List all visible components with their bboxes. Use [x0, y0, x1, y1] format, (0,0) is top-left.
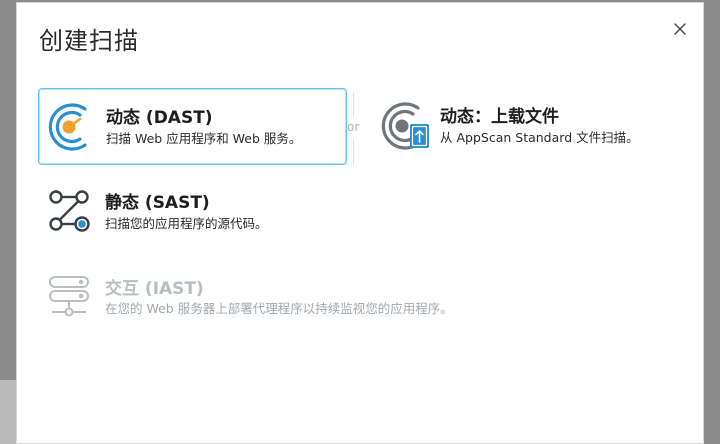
page-backdrop: [0, 380, 16, 444]
radar-upload-file-icon: [381, 102, 429, 150]
divider-or-label: or: [347, 120, 360, 134]
radar-target-icon: [48, 103, 87, 151]
option-dast[interactable]: 动态 (DAST) 扫描 Web 应用程序和 Web 服务。: [38, 88, 347, 165]
dialog-title: 创建扫描: [39, 27, 139, 55]
option-dast-upload-file-description: 从 AppScan Standard 文件扫描。: [440, 130, 639, 145]
code-nodes-icon: [49, 190, 90, 232]
option-dast-description: 扫描 Web 应用程序和 Web 服务。: [106, 131, 302, 146]
close-icon: [674, 23, 686, 35]
option-iast: 交互 (IAST) 在您的 Web 服务器上部署代理程序以持续监视您的应用程序。: [38, 261, 558, 325]
option-dast-upload-file-title: 动态：上载文件: [440, 107, 559, 127]
divider-line-top: [353, 93, 354, 117]
server-stack-icon: [49, 276, 89, 317]
option-dast-upload-file[interactable]: 动态：上载文件 从 AppScan Standard 文件扫描。: [372, 88, 682, 165]
option-iast-title: 交互 (IAST): [105, 279, 204, 299]
divider-line-bottom: [353, 139, 354, 165]
option-dast-title: 动态 (DAST): [106, 108, 213, 128]
option-sast-description: 扫描您的应用程序的源代码。: [105, 216, 268, 231]
option-sast[interactable]: 静态 (SAST) 扫描您的应用程序的源代码。: [38, 175, 347, 245]
create-scan-dialog: 创建扫描 动态 (DAST) 扫描 Web 应用程序和 Web 服务。 or 动…: [16, 2, 704, 444]
option-iast-description: 在您的 Web 服务器上部署代理程序以持续监视您的应用程序。: [105, 301, 453, 316]
close-button[interactable]: [671, 20, 689, 38]
option-sast-title: 静态 (SAST): [105, 193, 210, 213]
